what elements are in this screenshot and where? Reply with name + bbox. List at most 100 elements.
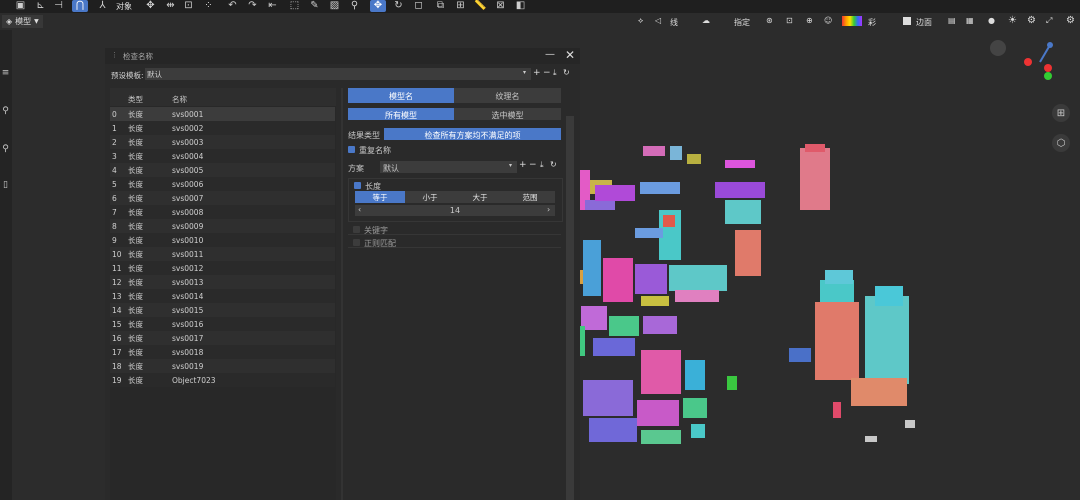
arrows-icon[interactable]: ⇹ bbox=[164, 0, 177, 12]
close-icon[interactable]: ✕ bbox=[565, 48, 575, 62]
table-divider[interactable] bbox=[341, 88, 343, 500]
compare-range[interactable]: 范围 bbox=[505, 191, 555, 203]
add-icon[interactable]: + bbox=[533, 68, 541, 78]
scheme-select[interactable]: 默认 ▾ bbox=[380, 161, 517, 173]
box-icon[interactable]: ⬡ bbox=[1052, 134, 1070, 152]
measure-icon[interactable]: ⊠ bbox=[494, 0, 507, 12]
gear-icon[interactable]: ⚙ bbox=[1027, 15, 1036, 26]
table-row[interactable]: 0 长度 svs0001 bbox=[110, 107, 335, 121]
ruler-icon[interactable]: 📏 bbox=[474, 0, 487, 12]
city-model-viewport[interactable] bbox=[575, 120, 935, 460]
regex-checkbox[interactable] bbox=[353, 239, 360, 246]
line-icon[interactable]: ◁ bbox=[655, 16, 661, 25]
select-icon[interactable]: ⬚ bbox=[288, 0, 301, 12]
file-icon[interactable]: ▯ bbox=[1, 180, 10, 190]
table-row[interactable]: 7 长度 svs0008 bbox=[110, 205, 335, 219]
panel-scrollbar[interactable] bbox=[566, 116, 574, 500]
compare-less[interactable]: 小于 bbox=[405, 191, 455, 203]
search-icon[interactable]: ⚲ bbox=[348, 0, 361, 12]
table-row[interactable]: 3 长度 svs0004 bbox=[110, 149, 335, 163]
copy-icon[interactable]: ⧉ bbox=[434, 0, 447, 12]
expand-icon[interactable]: ⤢ bbox=[1046, 16, 1052, 26]
compare-greater[interactable]: 大于 bbox=[455, 191, 505, 203]
grid-icon[interactable]: ⊞ bbox=[454, 0, 467, 12]
edge-face-label[interactable]: 边面 bbox=[916, 17, 932, 28]
select-frame-icon[interactable]: ⊡ bbox=[786, 16, 793, 25]
checker-icon[interactable]: ▦ bbox=[966, 16, 974, 25]
panel-titlebar[interactable]: ⋮ 检查名称 — ✕ bbox=[105, 48, 580, 64]
building-icon[interactable]: ⊞ bbox=[1052, 104, 1070, 122]
table-row[interactable]: 15 长度 svs0016 bbox=[110, 317, 335, 331]
scale-icon[interactable]: ⊡ bbox=[182, 0, 195, 12]
table-row[interactable]: 11 长度 svs0012 bbox=[110, 261, 335, 275]
duplicate-name-checkbox[interactable] bbox=[348, 146, 355, 153]
table-row[interactable]: 2 长度 svs0003 bbox=[110, 135, 335, 149]
save-scheme-icon[interactable]: ⤓ bbox=[540, 160, 544, 170]
mode-selector[interactable]: ◈ 模型 ▼ bbox=[2, 15, 43, 28]
minimize-icon[interactable]: — bbox=[545, 49, 555, 60]
color-palette-icon[interactable] bbox=[842, 16, 862, 26]
face-icon[interactable]: ☺ bbox=[824, 16, 832, 25]
refresh-scheme-icon[interactable]: ↻ bbox=[550, 160, 557, 169]
table-row[interactable]: 12 长度 svs0013 bbox=[110, 275, 335, 289]
axis-gizmo[interactable] bbox=[1020, 40, 1060, 85]
table-row[interactable]: 17 长度 svs0018 bbox=[110, 345, 335, 359]
rotate-icon[interactable]: ↻ bbox=[392, 0, 405, 12]
table-row[interactable]: 5 长度 svs0006 bbox=[110, 177, 335, 191]
edit-icon[interactable]: ✎ bbox=[308, 0, 321, 12]
frame-icon[interactable]: ◻ bbox=[412, 0, 425, 12]
add-scheme-icon[interactable]: + bbox=[519, 160, 527, 170]
back-icon[interactable]: ⇤ bbox=[266, 0, 279, 12]
result-type-select[interactable]: 检查所有方案均不满足的项 bbox=[384, 128, 561, 140]
settings-icon[interactable]: ⚙ bbox=[1066, 15, 1075, 26]
redo-icon[interactable]: ↷ bbox=[246, 0, 259, 12]
table-row[interactable]: 16 长度 svs0017 bbox=[110, 331, 335, 345]
image-icon[interactable]: ▨ bbox=[328, 0, 341, 12]
viewcube-icon[interactable] bbox=[990, 40, 1006, 56]
axis-icon[interactable]: ⊾ bbox=[34, 0, 47, 12]
shading-icon[interactable]: ⟡ bbox=[638, 16, 643, 26]
table-row[interactable]: 8 长度 svs0009 bbox=[110, 219, 335, 233]
table-row[interactable]: 6 长度 svs0007 bbox=[110, 191, 335, 205]
transform-icon[interactable]: ⅄ bbox=[96, 0, 109, 12]
align-icon[interactable]: ⊣ bbox=[52, 0, 65, 12]
table-row[interactable]: 14 长度 svs0015 bbox=[110, 303, 335, 317]
color-mode-label[interactable]: 彩 bbox=[868, 17, 876, 28]
undo-icon[interactable]: ↶ bbox=[226, 0, 239, 12]
line-mode-label[interactable]: 线 bbox=[670, 17, 678, 28]
table-row[interactable]: 13 长度 svs0014 bbox=[110, 289, 335, 303]
move-tool-icon[interactable]: ✥ bbox=[370, 0, 386, 12]
keyword-checkbox[interactable] bbox=[353, 226, 360, 233]
pin-icon[interactable]: ⚲ bbox=[1, 144, 10, 154]
increment-icon[interactable]: › bbox=[547, 205, 550, 214]
layers-icon[interactable]: ▤ bbox=[948, 16, 956, 25]
cloud-icon[interactable]: ☁ bbox=[702, 16, 710, 25]
scope-all-models[interactable]: 所有模型 bbox=[348, 108, 454, 120]
window-icon[interactable]: ◧ bbox=[514, 0, 527, 12]
specify-label[interactable]: 指定 bbox=[734, 17, 750, 28]
sun-icon[interactable]: ☀ bbox=[1008, 15, 1017, 26]
save-preset-icon[interactable]: ⤓ bbox=[553, 68, 557, 78]
compare-equal[interactable]: 等于 bbox=[355, 191, 405, 203]
tab-texture-name[interactable]: 纹理名 bbox=[454, 88, 561, 103]
menu-icon[interactable]: ≡ bbox=[1, 68, 10, 78]
move-icon[interactable]: ✥ bbox=[144, 0, 157, 12]
remove-scheme-icon[interactable]: − bbox=[529, 160, 537, 170]
table-row[interactable]: 1 长度 svs0002 bbox=[110, 121, 335, 135]
remove-icon[interactable]: − bbox=[543, 68, 551, 78]
camera-icon[interactable]: ⊕ bbox=[806, 16, 813, 25]
table-row[interactable]: 10 长度 svs0011 bbox=[110, 247, 335, 261]
focus-icon[interactable]: ⊛ bbox=[766, 16, 773, 25]
table-row[interactable]: 9 长度 svs0010 bbox=[110, 233, 335, 247]
object-menu[interactable]: 对象 bbox=[116, 1, 132, 12]
dot-icon[interactable]: ● bbox=[988, 16, 995, 25]
table-row[interactable]: 19 长度 Object7023 bbox=[110, 373, 335, 387]
refresh-icon[interactable]: ↻ bbox=[563, 68, 570, 77]
scope-selected-models[interactable]: 选中模型 bbox=[454, 108, 561, 120]
preset-select[interactable]: 默认 ▾ bbox=[145, 68, 531, 80]
search-rail-icon[interactable]: ⚲ bbox=[1, 106, 10, 116]
tab-model-name[interactable]: 模型名 bbox=[348, 88, 454, 103]
edge-face-icon[interactable] bbox=[903, 17, 911, 25]
table-row[interactable]: 4 长度 svs0005 bbox=[110, 163, 335, 177]
nodes-icon[interactable]: ⁘ bbox=[202, 0, 215, 12]
